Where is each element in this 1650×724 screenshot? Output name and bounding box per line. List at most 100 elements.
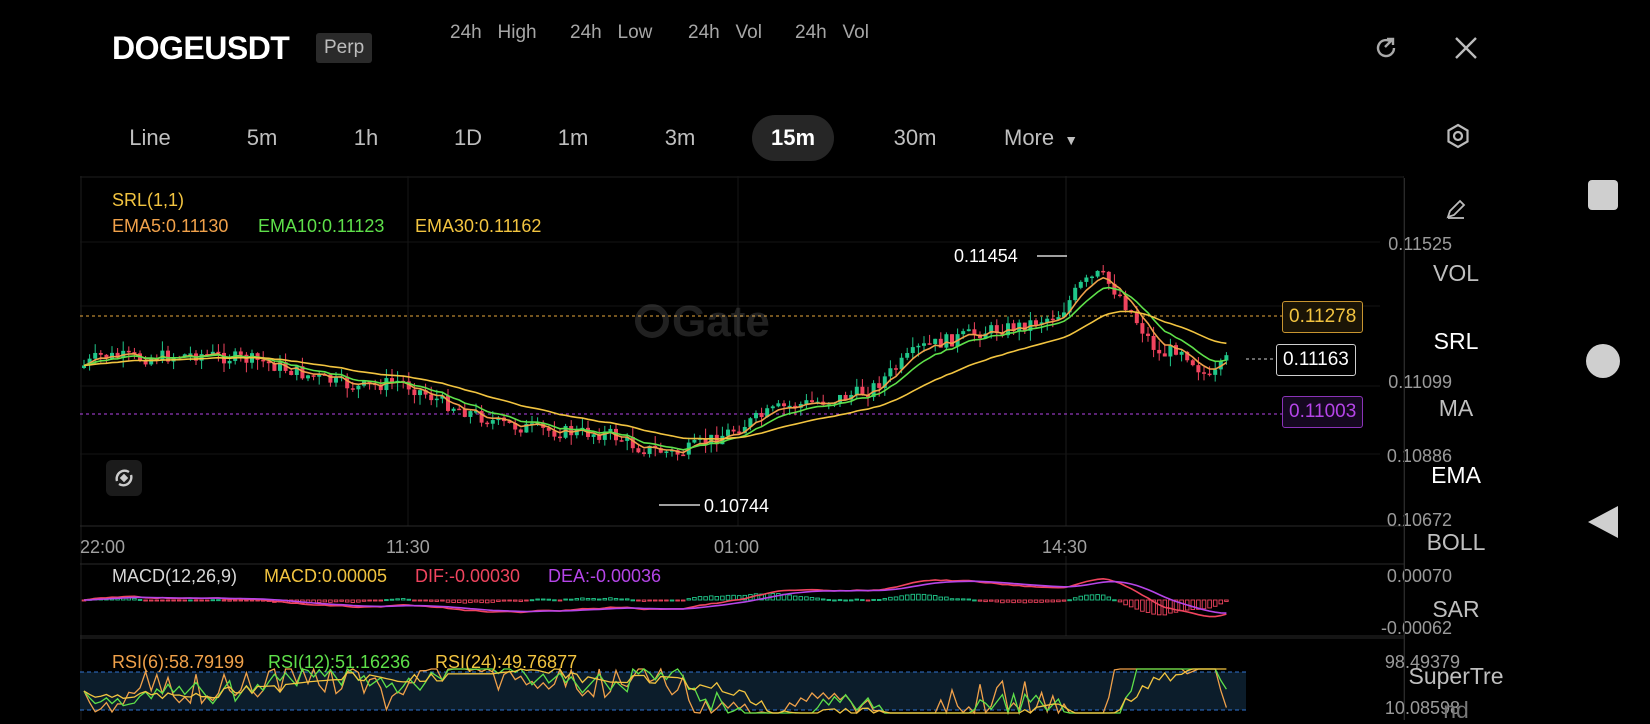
macd-bar <box>378 599 384 602</box>
macd-bar <box>395 598 400 601</box>
candle-body <box>636 448 641 453</box>
square-nav-icon[interactable] <box>1588 180 1618 210</box>
tab-more-label: More <box>1004 125 1055 150</box>
tab-line[interactable]: Line <box>116 115 184 161</box>
macd-bar <box>1072 597 1078 601</box>
indicator-panel: VOL SRL MA EMA BOLL SAR SuperTre nd <box>1404 178 1507 723</box>
macd-bar <box>552 599 557 602</box>
macd-bar <box>210 599 216 602</box>
macd-bar <box>904 594 910 601</box>
candle-body <box>905 353 910 358</box>
macd-bar <box>608 597 613 601</box>
macd-bar <box>977 599 983 602</box>
candle-body <box>754 412 758 419</box>
indicator-ema[interactable]: EMA <box>1405 462 1507 489</box>
ema5-legend: EMA5:0.11130 <box>112 216 229 236</box>
macd-bar <box>932 595 938 601</box>
tab-1m[interactable]: 1m <box>543 115 603 161</box>
macd-bar <box>921 593 927 601</box>
indicator-boll[interactable]: BOLL <box>1405 529 1507 556</box>
macd-bar <box>1089 594 1095 601</box>
tab-5m[interactable]: 5m <box>232 115 292 161</box>
macd-bar <box>132 597 137 601</box>
indicator-srl[interactable]: SRL <box>1405 328 1507 355</box>
macd-bar <box>367 599 372 602</box>
macd-bar <box>1050 599 1056 603</box>
tab-3m[interactable]: 3m <box>649 115 711 161</box>
candle-body <box>1196 365 1201 373</box>
tab-more[interactable]: More ▼ <box>1004 115 1088 161</box>
circle-nav-icon[interactable] <box>1586 344 1620 378</box>
share-icon[interactable] <box>1368 30 1404 66</box>
candle-body <box>429 394 434 401</box>
macd-bar <box>361 599 367 602</box>
macd-bar <box>372 599 378 602</box>
macd-bar <box>199 599 204 602</box>
macd-bar <box>1044 599 1050 603</box>
macd-bar <box>843 599 848 602</box>
candle-body <box>1162 353 1167 357</box>
candle-body <box>457 408 462 411</box>
macd-bar <box>143 599 148 602</box>
macd-bar <box>809 597 815 601</box>
caret-down-icon: ▼ <box>1064 132 1079 148</box>
candle-body <box>933 338 938 344</box>
macd-bar <box>703 596 708 601</box>
macd-bar <box>518 599 524 602</box>
rsi12-legend: RSI(12):51.16236 <box>268 652 411 672</box>
macd-bar <box>602 597 608 601</box>
macd-bar <box>1100 594 1106 601</box>
close-icon[interactable] <box>1448 30 1484 66</box>
candle-body <box>1190 360 1195 366</box>
indicator-vol[interactable]: VOL <box>1405 260 1507 287</box>
stat-24h-vol-base: 24h Vol <box>688 22 762 43</box>
candle-body <box>1090 276 1094 279</box>
macd-bar <box>776 593 781 601</box>
rotate-icon[interactable] <box>106 460 142 496</box>
stat-24h-vol-quote: 24h Vol <box>795 22 869 43</box>
macd-bar <box>938 596 944 601</box>
macd-bar <box>669 599 675 602</box>
candle-body <box>1118 294 1122 297</box>
indicator-sar[interactable]: SAR <box>1405 596 1507 623</box>
candle-body <box>93 352 98 359</box>
tab-30m[interactable]: 30m <box>880 115 950 161</box>
candle-body <box>1168 345 1173 357</box>
macd-bar <box>910 593 916 601</box>
macd-bar <box>507 599 512 602</box>
candle-body <box>692 439 697 443</box>
candle-body <box>591 434 596 437</box>
chart-area[interactable]: Gate SRL(1,1) EMA5:0.11130 EMA10:0.11123… <box>80 176 1460 720</box>
macd-bar <box>1117 599 1123 603</box>
macd-bar <box>574 598 580 601</box>
tab-1h[interactable]: 1h <box>338 115 394 161</box>
macd-bar <box>428 599 434 602</box>
macd-bar <box>692 596 697 601</box>
macd-bar <box>955 598 960 601</box>
tab-1d[interactable]: 1D <box>440 115 496 161</box>
indicator-ma[interactable]: MA <box>1405 395 1507 422</box>
macd-bar <box>686 598 692 601</box>
macd-bar <box>529 599 535 602</box>
macd-bar <box>148 599 154 602</box>
pencil-icon[interactable] <box>1439 192 1473 226</box>
candle-body <box>418 390 422 396</box>
macd-bar <box>176 599 182 602</box>
macd-bar <box>1056 599 1061 603</box>
macd-bar <box>535 598 540 601</box>
macd-bar <box>815 597 820 601</box>
macd-bar <box>563 598 568 601</box>
macd-bar <box>876 599 882 601</box>
tab-15m[interactable]: 15m <box>752 115 834 161</box>
macd-bar <box>490 599 496 603</box>
indicator-supertrend[interactable]: SuperTre <box>1405 663 1507 690</box>
candle-body <box>1202 372 1206 374</box>
candle-body <box>776 403 781 407</box>
macd-bar <box>316 599 322 603</box>
dea-value: DEA:-0.00036 <box>548 566 662 586</box>
candlestick-chart[interactable]: Gate <box>80 176 1404 720</box>
back-triangle-icon[interactable] <box>1586 504 1620 540</box>
macd-bar <box>1005 599 1011 603</box>
settings-hexagon-icon[interactable] <box>1440 118 1476 154</box>
candle-body <box>227 360 232 364</box>
